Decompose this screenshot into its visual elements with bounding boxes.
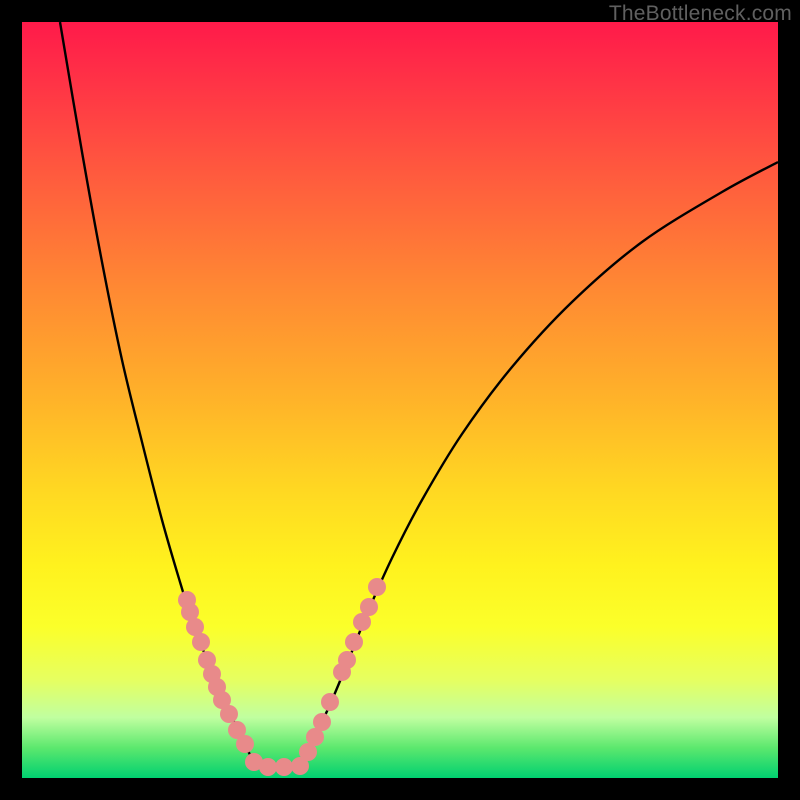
gradient-plot-area bbox=[22, 22, 778, 778]
watermark-text: TheBottleneck.com bbox=[609, 2, 792, 26]
